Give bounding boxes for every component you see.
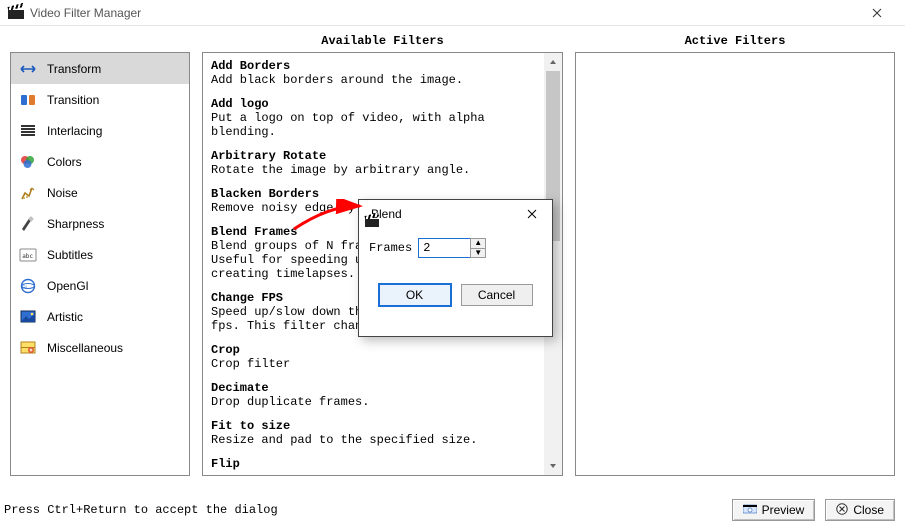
window-title: Video Filter Manager xyxy=(30,6,855,20)
available-header: Available Filters xyxy=(202,32,563,52)
spin-down-icon[interactable]: ▼ xyxy=(471,248,485,258)
sidebar-item-subtitles[interactable]: abc Subtitles xyxy=(11,239,189,270)
scroll-down-icon[interactable] xyxy=(544,457,562,475)
interlacing-icon xyxy=(19,122,37,140)
cancel-button[interactable]: Cancel xyxy=(461,284,533,306)
sidebar-item-opengl[interactable]: GL OpenGl xyxy=(11,270,189,301)
footer-hint: Press Ctrl+Return to accept the dialog xyxy=(4,503,722,517)
subtitles-icon: abc xyxy=(19,246,37,264)
filter-title: Fit to size xyxy=(211,419,536,433)
filter-desc: Crop filter xyxy=(211,357,536,371)
artistic-icon xyxy=(19,308,37,326)
sidebar-item-label: Noise xyxy=(47,186,78,200)
filter-item[interactable]: Flip xyxy=(211,457,536,471)
filter-title: Add Borders xyxy=(211,59,536,73)
close-window-icon[interactable] xyxy=(855,2,899,24)
svg-text:abc: abc xyxy=(22,253,33,260)
scroll-up-icon[interactable] xyxy=(544,53,562,71)
transition-icon xyxy=(19,91,37,109)
sidebar-item-colors[interactable]: Colors xyxy=(11,146,189,177)
categories-panel: Transform Transition Interlacing Colors Nois… xyxy=(10,52,190,476)
sharpness-icon xyxy=(19,215,37,233)
filter-desc: Add black borders around the image. xyxy=(211,73,536,87)
filter-title: Crop xyxy=(211,343,536,357)
sidebar-item-sharpness[interactable]: Sharpness xyxy=(11,208,189,239)
filter-title: Decimate xyxy=(211,381,536,395)
active-panel xyxy=(575,52,895,476)
sidebar-item-label: Colors xyxy=(47,155,82,169)
sidebar-item-noise[interactable]: Noise xyxy=(11,177,189,208)
preview-button[interactable]: Preview xyxy=(732,499,816,521)
sidebar-item-label: Miscellaneous xyxy=(47,341,123,355)
filter-desc: Put a logo on top of video, with alpha b… xyxy=(211,111,536,139)
blend-dialog: Blend Frames ▲ ▼ OK Cancel xyxy=(358,199,553,337)
categories-header-spacer xyxy=(10,32,190,52)
colors-icon xyxy=(19,153,37,171)
dialog-close-icon[interactable] xyxy=(518,203,546,225)
dialog-title: Blend xyxy=(371,207,518,221)
titlebar: Video Filter Manager xyxy=(0,0,905,26)
frames-spin-buttons[interactable]: ▲ ▼ xyxy=(470,238,486,258)
transform-icon xyxy=(19,60,37,78)
close-button[interactable]: Close xyxy=(825,499,895,521)
frames-input[interactable] xyxy=(418,238,470,258)
misc-icon xyxy=(19,339,37,357)
sidebar-item-interlacing[interactable]: Interlacing xyxy=(11,115,189,146)
noise-icon xyxy=(19,184,37,202)
filter-item[interactable]: CropCrop filter xyxy=(211,343,536,371)
filter-desc: Resize and pad to the specified size. xyxy=(211,433,536,447)
close-label: Close xyxy=(853,503,884,517)
ok-button[interactable]: OK xyxy=(379,284,451,306)
sidebar-item-miscellaneous[interactable]: Miscellaneous xyxy=(11,332,189,363)
active-panel-wrap: Active Filters xyxy=(575,32,895,489)
footer: Press Ctrl+Return to accept the dialog P… xyxy=(0,495,905,525)
sidebar-item-label: Interlacing xyxy=(47,124,102,138)
sidebar-item-transition[interactable]: Transition xyxy=(11,84,189,115)
filter-item[interactable]: Arbitrary RotateRotate the image by arbi… xyxy=(211,149,536,177)
filter-item[interactable]: Add BordersAdd black borders around the … xyxy=(211,59,536,87)
filter-item[interactable]: Add logoPut a logo on top of video, with… xyxy=(211,97,536,139)
sidebar-item-artistic[interactable]: Artistic xyxy=(11,301,189,332)
filter-title: Add logo xyxy=(211,97,536,111)
sidebar-item-label: Sharpness xyxy=(47,217,104,231)
sidebar-item-label: OpenGl xyxy=(47,279,88,293)
sidebar-item-transform[interactable]: Transform xyxy=(11,53,189,84)
categories-panel-wrap: Transform Transition Interlacing Colors Nois… xyxy=(10,32,190,489)
spin-up-icon[interactable]: ▲ xyxy=(471,239,485,248)
sidebar-item-label: Artistic xyxy=(47,310,83,324)
frames-stepper[interactable]: ▲ ▼ xyxy=(418,238,486,258)
preview-label: Preview xyxy=(762,503,805,517)
sidebar-item-label: Subtitles xyxy=(47,248,93,262)
filter-desc: Rotate the image by arbitrary angle. xyxy=(211,163,536,177)
svg-text:GL: GL xyxy=(22,284,29,289)
close-icon xyxy=(836,503,848,518)
filter-desc: Drop duplicate frames. xyxy=(211,395,536,409)
sidebar-item-label: Transform xyxy=(47,62,101,76)
opengl-icon: GL xyxy=(19,277,37,295)
filter-title: Flip xyxy=(211,457,536,471)
frames-label: Frames xyxy=(369,241,412,255)
active-header: Active Filters xyxy=(575,32,895,52)
sidebar-item-label: Transition xyxy=(47,93,99,107)
dialog-titlebar[interactable]: Blend xyxy=(359,200,552,228)
preview-icon xyxy=(743,503,757,518)
filter-item[interactable]: Fit to sizeResize and pad to the specifi… xyxy=(211,419,536,447)
app-icon xyxy=(8,5,24,21)
filter-item[interactable]: DecimateDrop duplicate frames. xyxy=(211,381,536,409)
filter-title: Arbitrary Rotate xyxy=(211,149,536,163)
